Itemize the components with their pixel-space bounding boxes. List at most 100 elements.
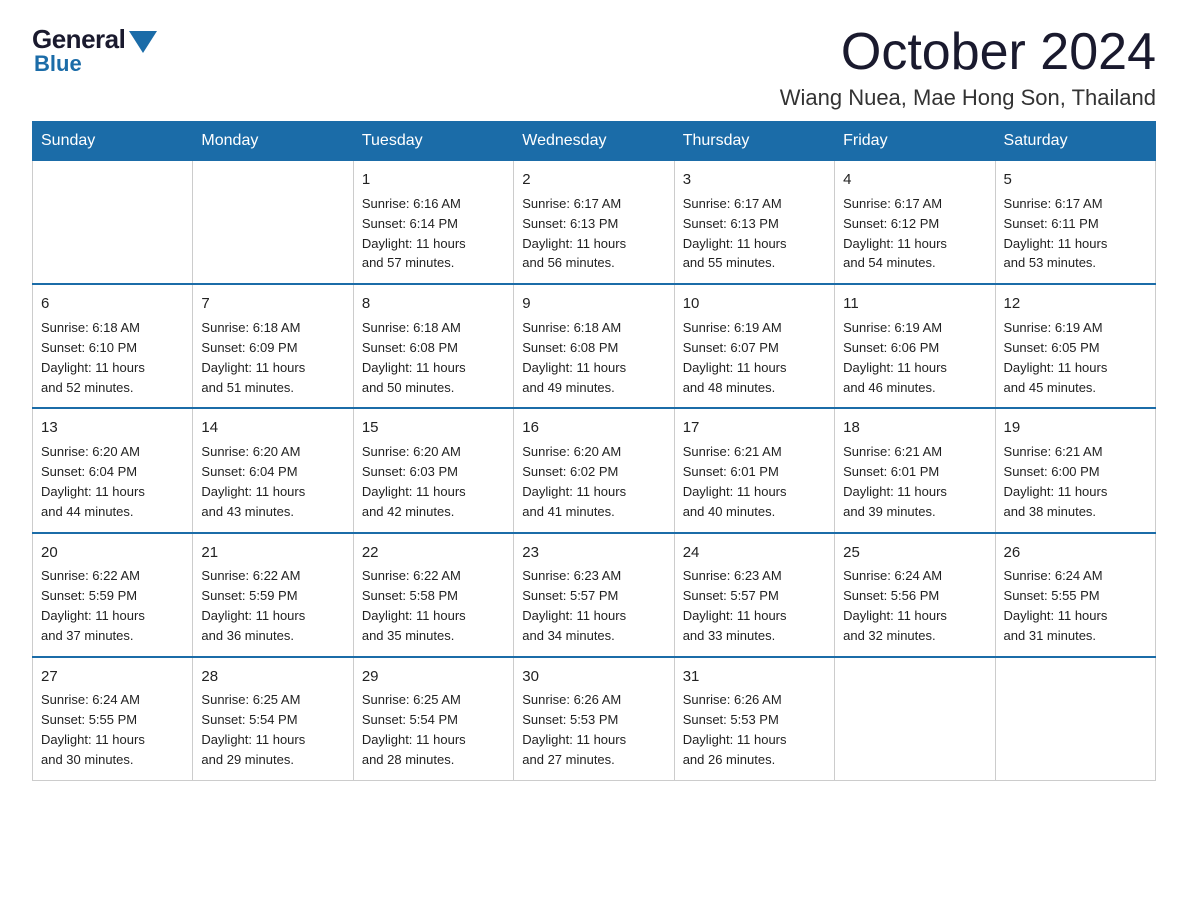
calendar-cell-w4-d5: 25 Sunrise: 6:24 AM Sunset: 5:56 PM Dayli… (835, 533, 995, 657)
day-info: Sunrise: 6:22 AM Sunset: 5:58 PM Dayligh… (362, 568, 466, 643)
day-info: Sunrise: 6:18 AM Sunset: 6:08 PM Dayligh… (362, 320, 466, 395)
calendar-cell-w1-d6: 5Sunrise: 6:17 AM Sunset: 6:11 PM Daylig… (995, 161, 1155, 285)
day-info: Sunrise: 6:20 AM Sunset: 6:02 PM Dayligh… (522, 444, 626, 519)
header-monday: Monday (193, 122, 353, 161)
day-info: Sunrise: 6:19 AM Sunset: 6:05 PM Dayligh… (1004, 320, 1108, 395)
calendar-cell-w4-d3: 23 Sunrise: 6:23 AM Sunset: 5:57 PM Dayli… (514, 533, 674, 657)
day-number: 11 (843, 293, 986, 315)
day-info: Sunrise: 6:25 AM Sunset: 5:54 PM Dayligh… (362, 692, 466, 767)
day-number: 17 (683, 417, 826, 439)
calendar-cell-w3-d5: 18Sunrise: 6:21 AM Sunset: 6:01 PM Dayli… (835, 408, 995, 532)
day-number: 20 (41, 542, 184, 564)
calendar-cell-w2-d0: 6Sunrise: 6:18 AM Sunset: 6:10 PM Daylig… (33, 284, 193, 408)
header-friday: Friday (835, 122, 995, 161)
day-info: Sunrise: 6:17 AM Sunset: 6:11 PM Dayligh… (1004, 196, 1108, 271)
calendar-cell-w5-d4: 31 Sunrise: 6:26 AM Sunset: 5:53 PM Dayli… (674, 657, 834, 781)
day-number: 21 (201, 542, 344, 564)
day-number: 19 (1004, 417, 1147, 439)
day-info: Sunrise: 6:17 AM Sunset: 6:13 PM Dayligh… (522, 196, 626, 271)
calendar-cell-w4-d1: 21 Sunrise: 6:22 AM Sunset: 5:59 PM Dayli… (193, 533, 353, 657)
day-number: 29 (362, 666, 505, 688)
day-info: Sunrise: 6:20 AM Sunset: 6:04 PM Dayligh… (41, 444, 145, 519)
day-number: 26 (1004, 542, 1147, 564)
week-row-2: 6Sunrise: 6:18 AM Sunset: 6:10 PM Daylig… (33, 284, 1156, 408)
day-info: Sunrise: 6:23 AM Sunset: 5:57 PM Dayligh… (522, 568, 626, 643)
day-number: 12 (1004, 293, 1147, 315)
header-wednesday: Wednesday (514, 122, 674, 161)
page: General Blue October 2024 Wiang Nuea, Ma… (0, 0, 1188, 805)
day-info: Sunrise: 6:24 AM Sunset: 5:56 PM Dayligh… (843, 568, 947, 643)
calendar-cell-w1-d1 (193, 161, 353, 285)
header-saturday: Saturday (995, 122, 1155, 161)
day-info: Sunrise: 6:19 AM Sunset: 6:07 PM Dayligh… (683, 320, 787, 395)
calendar-cell-w3-d1: 14 Sunrise: 6:20 AM Sunset: 6:04 PM Dayli… (193, 408, 353, 532)
header-thursday: Thursday (674, 122, 834, 161)
day-number: 1 (362, 169, 505, 191)
day-info: Sunrise: 6:18 AM Sunset: 6:09 PM Dayligh… (201, 320, 305, 395)
day-number: 22 (362, 542, 505, 564)
day-info: Sunrise: 6:22 AM Sunset: 5:59 PM Dayligh… (201, 568, 305, 643)
day-number: 28 (201, 666, 344, 688)
calendar-cell-w2-d6: 12 Sunrise: 6:19 AM Sunset: 6:05 PM Dayli… (995, 284, 1155, 408)
day-info: Sunrise: 6:21 AM Sunset: 6:01 PM Dayligh… (683, 444, 787, 519)
day-info: Sunrise: 6:18 AM Sunset: 6:08 PM Dayligh… (522, 320, 626, 395)
day-info: Sunrise: 6:26 AM Sunset: 5:53 PM Dayligh… (683, 692, 787, 767)
day-number: 23 (522, 542, 665, 564)
week-row-1: 1Sunrise: 6:16 AM Sunset: 6:14 PM Daylig… (33, 161, 1156, 285)
header-sunday: Sunday (33, 122, 193, 161)
day-info: Sunrise: 6:17 AM Sunset: 6:12 PM Dayligh… (843, 196, 947, 271)
calendar-cell-w1-d3: 2 Sunrise: 6:17 AM Sunset: 6:13 PM Daylig… (514, 161, 674, 285)
calendar-cell-w5-d1: 28 Sunrise: 6:25 AM Sunset: 5:54 PM Dayli… (193, 657, 353, 781)
calendar-cell-w1-d2: 1Sunrise: 6:16 AM Sunset: 6:14 PM Daylig… (353, 161, 513, 285)
calendar-cell-w2-d5: 11 Sunrise: 6:19 AM Sunset: 6:06 PM Dayli… (835, 284, 995, 408)
day-info: Sunrise: 6:18 AM Sunset: 6:10 PM Dayligh… (41, 320, 145, 395)
day-info: Sunrise: 6:21 AM Sunset: 6:01 PM Dayligh… (843, 444, 947, 519)
day-info: Sunrise: 6:25 AM Sunset: 5:54 PM Dayligh… (201, 692, 305, 767)
calendar-cell-w3-d0: 13Sunrise: 6:20 AM Sunset: 6:04 PM Dayli… (33, 408, 193, 532)
day-info: Sunrise: 6:20 AM Sunset: 6:04 PM Dayligh… (201, 444, 305, 519)
calendar-cell-w2-d4: 10 Sunrise: 6:19 AM Sunset: 6:07 PM Dayli… (674, 284, 834, 408)
day-header-row: Sunday Monday Tuesday Wednesday Thursday… (33, 122, 1156, 161)
calendar-cell-w1-d4: 3 Sunrise: 6:17 AM Sunset: 6:13 PM Daylig… (674, 161, 834, 285)
calendar-cell-w4-d2: 22 Sunrise: 6:22 AM Sunset: 5:58 PM Dayli… (353, 533, 513, 657)
day-number: 2 (522, 169, 665, 191)
day-number: 16 (522, 417, 665, 439)
day-number: 30 (522, 666, 665, 688)
day-number: 4 (843, 169, 986, 191)
day-info: Sunrise: 6:21 AM Sunset: 6:00 PM Dayligh… (1004, 444, 1108, 519)
header-tuesday: Tuesday (353, 122, 513, 161)
logo-triangle-icon (129, 31, 157, 53)
day-info: Sunrise: 6:20 AM Sunset: 6:03 PM Dayligh… (362, 444, 466, 519)
day-number: 3 (683, 169, 826, 191)
calendar-cell-w3-d4: 17 Sunrise: 6:21 AM Sunset: 6:01 PM Dayli… (674, 408, 834, 532)
day-number: 7 (201, 293, 344, 315)
day-info: Sunrise: 6:24 AM Sunset: 5:55 PM Dayligh… (1004, 568, 1108, 643)
calendar-cell-w5-d2: 29 Sunrise: 6:25 AM Sunset: 5:54 PM Dayli… (353, 657, 513, 781)
title-area: October 2024 Wiang Nuea, Mae Hong Son, T… (780, 24, 1156, 111)
calendar-cell-w2-d2: 8 Sunrise: 6:18 AM Sunset: 6:08 PM Daylig… (353, 284, 513, 408)
calendar-cell-w3-d3: 16 Sunrise: 6:20 AM Sunset: 6:02 PM Dayli… (514, 408, 674, 532)
day-number: 9 (522, 293, 665, 315)
day-number: 25 (843, 542, 986, 564)
day-info: Sunrise: 6:17 AM Sunset: 6:13 PM Dayligh… (683, 196, 787, 271)
day-number: 31 (683, 666, 826, 688)
calendar-cell-w1-d5: 4 Sunrise: 6:17 AM Sunset: 6:12 PM Daylig… (835, 161, 995, 285)
month-title: October 2024 (780, 24, 1156, 81)
header: General Blue October 2024 Wiang Nuea, Ma… (32, 24, 1156, 111)
day-info: Sunrise: 6:19 AM Sunset: 6:06 PM Dayligh… (843, 320, 947, 395)
calendar-cell-w1-d0 (33, 161, 193, 285)
calendar-table: Sunday Monday Tuesday Wednesday Thursday… (32, 121, 1156, 781)
day-number: 14 (201, 417, 344, 439)
week-row-4: 20 Sunrise: 6:22 AM Sunset: 5:59 PM Dayli… (33, 533, 1156, 657)
logo-blue-text: Blue (34, 51, 82, 77)
day-info: Sunrise: 6:23 AM Sunset: 5:57 PM Dayligh… (683, 568, 787, 643)
day-info: Sunrise: 6:22 AM Sunset: 5:59 PM Dayligh… (41, 568, 145, 643)
day-number: 8 (362, 293, 505, 315)
day-number: 10 (683, 293, 826, 315)
day-info: Sunrise: 6:24 AM Sunset: 5:55 PM Dayligh… (41, 692, 145, 767)
day-number: 24 (683, 542, 826, 564)
week-row-5: 27Sunrise: 6:24 AM Sunset: 5:55 PM Dayli… (33, 657, 1156, 781)
day-info: Sunrise: 6:26 AM Sunset: 5:53 PM Dayligh… (522, 692, 626, 767)
calendar-cell-w3-d2: 15Sunrise: 6:20 AM Sunset: 6:03 PM Dayli… (353, 408, 513, 532)
week-row-3: 13Sunrise: 6:20 AM Sunset: 6:04 PM Dayli… (33, 408, 1156, 532)
